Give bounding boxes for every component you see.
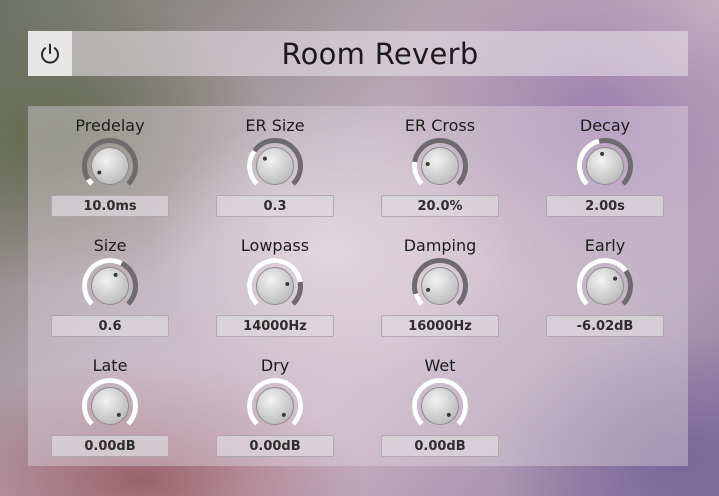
knob-face-early	[586, 267, 624, 305]
knob-label-predelay: Predelay	[75, 116, 145, 135]
knob-face-predelay	[91, 147, 129, 185]
knob-late[interactable]	[80, 376, 140, 436]
knob-decay[interactable]	[575, 136, 635, 196]
knob-cell-size: Size 0.6	[45, 226, 175, 338]
header-bar: Room Reverb	[28, 31, 688, 76]
value-field-wet[interactable]: 0.00dB	[381, 435, 499, 457]
knob-graphic-early	[577, 258, 633, 306]
knob-face-size	[91, 267, 129, 305]
knob-graphic-er-size	[247, 138, 303, 186]
knob-pointer-predelay	[97, 170, 102, 175]
knob-graphic-late	[82, 378, 138, 426]
knob-arc-damping	[413, 292, 424, 306]
knob-cell-er-cross: ER Cross 20.0%	[375, 106, 505, 218]
knob-predelay[interactable]	[80, 136, 140, 196]
page-title: Room Reverb	[281, 36, 479, 71]
knob-damping[interactable]	[410, 256, 470, 316]
knob-pointer-lowpass	[285, 282, 290, 287]
knob-pointer-er-cross	[425, 162, 430, 167]
power-icon	[41, 43, 59, 64]
knob-graphic-wet	[412, 378, 468, 426]
knob-pointer-early	[613, 276, 618, 281]
value-field-lowpass[interactable]: 14000Hz	[216, 315, 334, 337]
value-field-size[interactable]: 0.6	[51, 315, 169, 337]
knob-cell-early: Early -6.02dB	[540, 226, 670, 338]
knob-face-late	[91, 387, 129, 425]
knob-panel: Predelay 10.0ms ER Size 0.3 ER Cross 20.…	[28, 106, 688, 466]
knob-label-early: Early	[584, 236, 626, 255]
knob-cell-dry: Dry 0.00dB	[210, 346, 340, 458]
value-field-early[interactable]: -6.02dB	[546, 315, 664, 337]
value-field-decay[interactable]: 2.00s	[546, 195, 664, 217]
knob-cell-wet: Wet 0.00dB	[375, 346, 505, 458]
knob-cell-lowpass: Lowpass 14000Hz	[210, 226, 340, 338]
knob-label-dry: Dry	[260, 356, 290, 375]
knob-lowpass[interactable]	[245, 256, 305, 316]
knob-dry[interactable]	[245, 376, 305, 436]
knob-arc-er-cross	[412, 161, 424, 186]
value-field-predelay[interactable]: 10.0ms	[51, 195, 169, 217]
knob-graphic-dry	[247, 378, 303, 426]
knob-arc-predelay	[86, 177, 94, 186]
value-field-er-size[interactable]: 0.3	[216, 195, 334, 217]
knob-size[interactable]	[80, 256, 140, 316]
knob-pointer-dry	[281, 412, 286, 417]
knob-label-late: Late	[92, 356, 128, 375]
knob-cell-late: Late 0.00dB	[45, 346, 175, 458]
value-field-dry[interactable]: 0.00dB	[216, 435, 334, 457]
knob-pointer-size	[113, 272, 118, 277]
knob-label-er-cross: ER Cross	[404, 116, 476, 135]
knob-er-size[interactable]	[245, 136, 305, 196]
knob-pointer-er-size	[262, 156, 267, 161]
knob-face-lowpass	[256, 267, 294, 305]
knob-face-dry	[256, 387, 294, 425]
knob-label-wet: Wet	[424, 356, 456, 375]
knob-pointer-wet	[446, 412, 451, 417]
value-field-damping[interactable]: 16000Hz	[381, 315, 499, 337]
knob-face-er-cross	[421, 147, 459, 185]
knob-cell-er-size: ER Size 0.3	[210, 106, 340, 218]
knob-cell-predelay: Predelay 10.0ms	[45, 106, 175, 218]
power-button[interactable]	[28, 31, 72, 76]
value-field-late[interactable]: 0.00dB	[51, 435, 169, 457]
knob-graphic-size	[82, 258, 138, 306]
knob-label-lowpass: Lowpass	[240, 236, 310, 255]
knob-pointer-damping	[426, 287, 431, 292]
knob-face-wet	[421, 387, 459, 425]
knob-face-decay	[586, 147, 624, 185]
knob-cell-decay: Decay 2.00s	[540, 106, 670, 218]
knob-label-size: Size	[93, 236, 127, 255]
knob-wet[interactable]	[410, 376, 470, 436]
knob-graphic-decay	[577, 138, 633, 186]
knob-pointer-late	[116, 412, 121, 417]
value-field-er-cross[interactable]: 20.0%	[381, 195, 499, 217]
knob-cell-damping: Damping 16000Hz	[375, 226, 505, 338]
knob-label-decay: Decay	[579, 116, 631, 135]
knob-face-damping	[421, 267, 459, 305]
knob-early[interactable]	[575, 256, 635, 316]
knob-arc-er-size	[247, 149, 259, 186]
knob-er-cross[interactable]	[410, 136, 470, 196]
knob-label-er-size: ER Size	[245, 116, 305, 135]
knob-graphic-predelay	[82, 138, 138, 186]
knob-label-damping: Damping	[403, 236, 477, 255]
knob-graphic-lowpass	[247, 258, 303, 306]
knob-face-er-size	[256, 147, 294, 185]
knob-pointer-decay	[600, 151, 605, 156]
knob-graphic-damping	[412, 258, 468, 306]
knob-graphic-er-cross	[412, 138, 468, 186]
